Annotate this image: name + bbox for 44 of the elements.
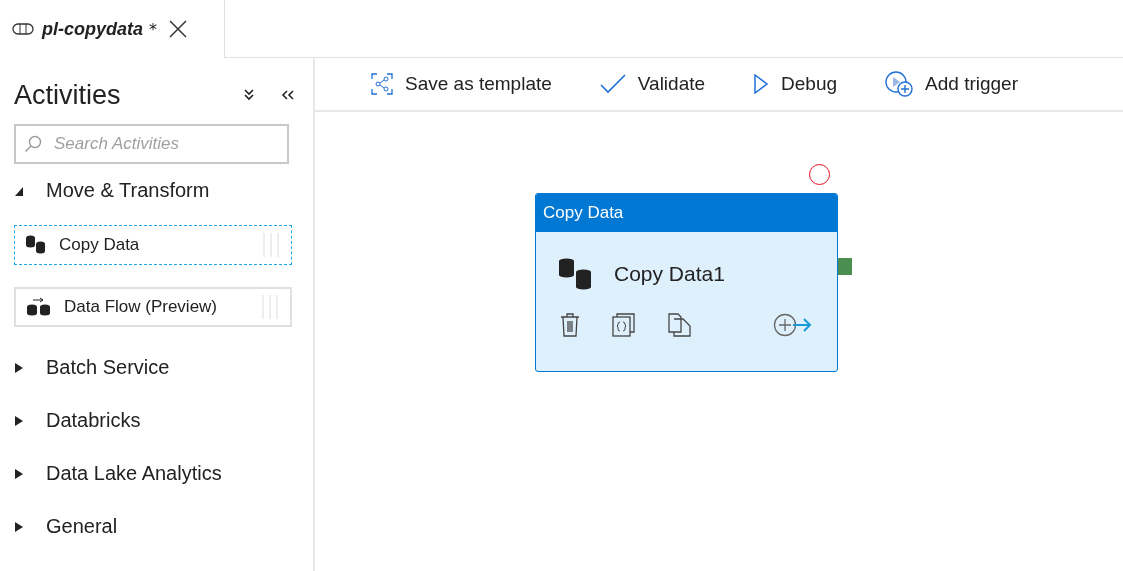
toolbar-button[interactable]: Validate [595, 69, 710, 99]
category-item[interactable]: Batch Service [14, 341, 299, 394]
template-icon [371, 73, 393, 95]
databases-arrow-icon [26, 297, 52, 317]
activity-label: Copy Data [59, 235, 141, 255]
tab-title: pl-copydata [42, 18, 143, 40]
collapsed-triangle-icon [14, 467, 24, 480]
panel-title: Activities [14, 79, 122, 111]
activity-label: Data Flow (Preview) [64, 297, 219, 317]
copy-icon [668, 313, 692, 337]
trash-button[interactable] [558, 311, 582, 339]
add-output-icon [773, 313, 813, 337]
unsaved-mark: * [149, 19, 157, 39]
collapsed-triangle-icon [14, 361, 24, 374]
collapsed-triangle-icon [14, 520, 24, 533]
copy-button[interactable] [666, 311, 694, 339]
code-document-icon [612, 313, 636, 337]
trigger-add-icon [885, 71, 914, 97]
close-icon [169, 20, 187, 38]
category-item[interactable]: Data Lake Analytics [14, 447, 299, 500]
double-chevron-down-icon [243, 89, 255, 101]
activity-item[interactable]: Copy Data [14, 225, 292, 265]
pipeline-tab[interactable]: pl-copydata * [0, 0, 225, 58]
node-header: Copy Data [536, 194, 837, 232]
category-item[interactable]: Databricks [14, 394, 299, 447]
search-icon [24, 135, 42, 153]
category-item[interactable]: General [14, 500, 299, 553]
databases-icon [25, 235, 47, 255]
toolbar-button[interactable]: Add trigger [881, 67, 1023, 101]
activity-node[interactable]: Copy Data Copy Data1 [535, 193, 838, 372]
double-chevron-left-icon [281, 89, 295, 101]
databases-icon [558, 257, 594, 291]
activity-item[interactable]: Data Flow (Preview) [14, 287, 292, 327]
collapsed-triangle-icon [14, 414, 24, 427]
node-name: Copy Data1 [614, 262, 725, 286]
toolbar-button[interactable]: Debug [749, 69, 842, 99]
code-document-button[interactable] [610, 311, 638, 339]
play-icon [753, 74, 770, 94]
trash-icon [560, 313, 580, 337]
pipeline-icon [12, 23, 34, 35]
category-item[interactable]: Move & Transform [14, 164, 299, 217]
checkmark-icon [599, 74, 626, 94]
search-field[interactable]: Search Activities [14, 124, 289, 164]
toolbar-button[interactable]: Save as template [367, 69, 556, 99]
